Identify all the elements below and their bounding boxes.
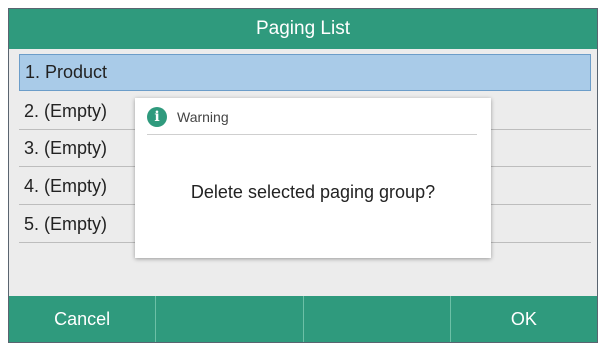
- dialog-header: i Warning: [135, 98, 491, 135]
- dialog-title: Warning: [177, 108, 229, 125]
- title-bar: Paging List: [9, 9, 597, 49]
- cancel-softkey[interactable]: Cancel: [9, 296, 157, 342]
- ok-softkey[interactable]: OK: [451, 296, 597, 342]
- page-title: Paging List: [255, 18, 350, 39]
- softkey-2[interactable]: [156, 296, 304, 342]
- info-icon: i: [147, 106, 167, 127]
- phone-screen: Paging List 1. Product 2. (Empty) 3. (Em…: [8, 8, 598, 343]
- list-item-label: 2. (Empty): [24, 100, 108, 121]
- softkey-3[interactable]: [304, 296, 451, 342]
- softkey-bar: Cancel OK: [9, 296, 597, 342]
- list-item-label: 1. Product: [25, 62, 108, 82]
- list-item-1[interactable]: 1. Product: [19, 54, 591, 91]
- softkey-label: Cancel: [54, 308, 111, 329]
- dialog-message: Delete selected paging group?: [135, 135, 491, 250]
- warning-dialog: i Warning Delete selected paging group?: [135, 98, 491, 258]
- list-item-label: 4. (Empty): [24, 175, 108, 196]
- softkey-label: OK: [510, 308, 537, 329]
- list-item-label: 5. (Empty): [24, 213, 108, 234]
- dialog-message-text: Delete selected paging group?: [190, 182, 436, 202]
- list-item-label: 3. (Empty): [24, 137, 108, 158]
